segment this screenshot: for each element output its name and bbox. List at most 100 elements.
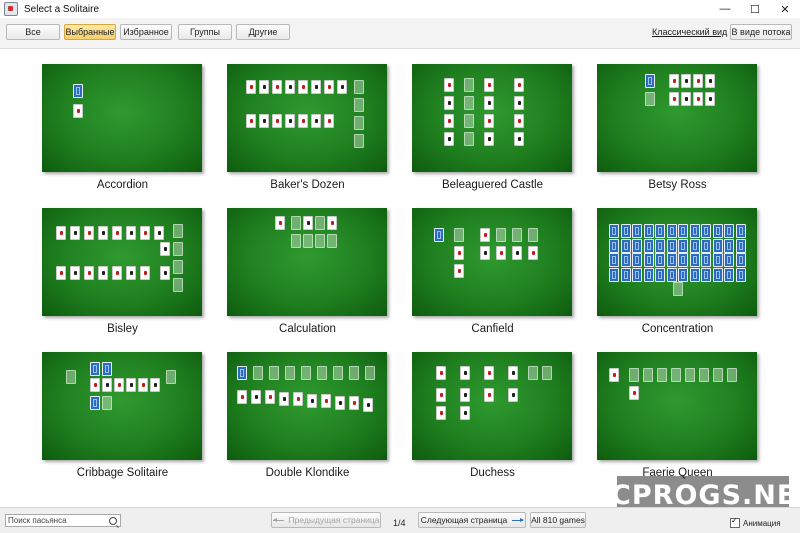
arrow-right-icon (512, 517, 525, 522)
card (285, 366, 295, 380)
card (514, 132, 524, 146)
card (327, 234, 337, 248)
card (237, 390, 247, 404)
stream-view-button[interactable]: В виде потока (730, 24, 792, 40)
game-thumb-betsy-ross[interactable] (597, 64, 757, 172)
card (56, 226, 66, 240)
minimize-button[interactable]: — (710, 0, 740, 18)
prev-page-label: Предыдущая страница (288, 515, 380, 525)
card (464, 96, 474, 110)
card (298, 114, 308, 128)
game-thumb-calculation[interactable] (227, 208, 387, 316)
game-label[interactable]: Beleaguered Castle (400, 179, 585, 191)
card (528, 246, 538, 260)
card (689, 253, 700, 267)
card (90, 378, 100, 392)
animation-checkbox[interactable] (730, 516, 740, 528)
card (496, 246, 506, 260)
card (629, 386, 639, 400)
card (669, 92, 679, 106)
card (678, 253, 688, 267)
card (349, 396, 359, 410)
game-label[interactable]: Calculation (215, 323, 400, 335)
card (140, 266, 150, 280)
game-label[interactable]: Canfield (400, 323, 585, 335)
card (436, 366, 446, 380)
game-thumb-faerie-queen[interactable] (597, 352, 757, 460)
game-thumb-accordion[interactable] (42, 64, 202, 172)
search-input[interactable]: Поиск пасьянса (5, 514, 121, 527)
card (464, 78, 474, 92)
card (140, 226, 150, 240)
card (712, 224, 723, 238)
card (102, 396, 112, 410)
card (454, 264, 464, 278)
game-label[interactable]: Betsy Ross (585, 179, 770, 191)
tab-favorites[interactable]: Избранное (120, 24, 172, 40)
card (689, 224, 700, 238)
card (632, 267, 642, 282)
game-thumb-double-klondike[interactable] (227, 352, 387, 460)
game-thumb-bisley[interactable] (42, 208, 202, 316)
card (724, 238, 734, 253)
tab-groups[interactable]: Группы (178, 24, 232, 40)
card (298, 80, 308, 94)
prev-page-button[interactable]: Предыдущая страница (271, 512, 381, 528)
game-label[interactable]: Double Klondike (215, 467, 400, 479)
card (354, 116, 364, 130)
card (98, 226, 108, 240)
game-label[interactable]: Baker's Dozen (215, 179, 400, 191)
card (542, 366, 552, 380)
game-thumb-bakers-dozen[interactable] (227, 64, 387, 172)
card (735, 238, 746, 253)
card (655, 267, 665, 282)
game-label[interactable]: Concentration (585, 323, 770, 335)
card (315, 234, 325, 248)
card (102, 378, 112, 392)
card (272, 114, 282, 128)
card (701, 267, 711, 282)
game-thumb-concentration[interactable] (597, 208, 757, 316)
card (655, 238, 665, 253)
all-games-button[interactable]: All 810 games (530, 512, 586, 528)
card (173, 278, 183, 292)
game-thumb-cribbage[interactable] (42, 352, 202, 460)
card (528, 366, 538, 380)
game-label[interactable]: Cribbage Solitaire (30, 467, 215, 479)
search-icon[interactable] (109, 517, 117, 525)
card (643, 238, 654, 253)
game-label[interactable]: Bisley (30, 323, 215, 335)
card (643, 368, 653, 382)
classic-view-link[interactable]: Классический вид (652, 27, 727, 37)
tab-other[interactable]: Другие (236, 24, 290, 40)
next-page-button[interactable]: Следующая страница (418, 512, 526, 528)
card (246, 80, 256, 94)
maximize-button[interactable]: ☐ (740, 0, 770, 18)
card (354, 134, 364, 148)
card (666, 238, 677, 253)
card (727, 368, 737, 382)
card (160, 242, 170, 256)
card (705, 92, 715, 106)
card (655, 253, 665, 267)
card (620, 253, 631, 267)
game-label[interactable]: Duchess (400, 467, 585, 479)
animation-toggle[interactable]: Анимация (730, 516, 781, 528)
card (620, 238, 631, 253)
game-thumb-canfield[interactable] (412, 208, 572, 316)
card (166, 370, 176, 384)
card (126, 378, 136, 392)
card (480, 228, 490, 242)
card (666, 253, 677, 267)
next-page-label: Следующая страница (420, 515, 508, 525)
game-thumb-duchess[interactable] (412, 352, 572, 460)
game-thumb-beleaguered-castle[interactable] (412, 64, 572, 172)
card (90, 396, 100, 410)
game-label[interactable]: Accordion (30, 179, 215, 191)
close-button[interactable]: ✕ (770, 0, 800, 18)
tab-selected[interactable]: Выбранные (64, 24, 116, 40)
window-title: Select a Solitaire (24, 3, 100, 15)
tab-all[interactable]: Все (6, 24, 60, 40)
title-bar: Select a Solitaire — ☐ ✕ (0, 0, 800, 18)
card (464, 114, 474, 128)
